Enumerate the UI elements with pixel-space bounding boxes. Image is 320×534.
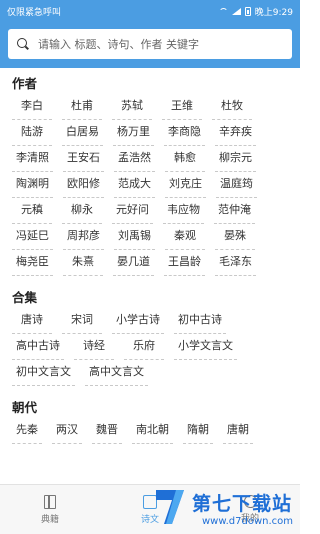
nav-item-classics[interactable]: 典籍 (0, 485, 100, 534)
collection-tag[interactable]: 小学古诗 (112, 308, 164, 334)
author-tag[interactable]: 王维 (162, 94, 202, 120)
status-bar-carrier: 仅限紧急呼叫 (7, 7, 62, 18)
author-tag[interactable]: 周邦彦 (63, 224, 104, 250)
nav-label-poems: 诗文 (140, 514, 159, 525)
author-tag[interactable]: 杨万里 (113, 120, 154, 146)
wifi-icon (218, 7, 228, 15)
collections-title: 合集 (12, 290, 38, 305)
search-box[interactable] (8, 29, 292, 59)
dynasty-tag[interactable]: 两汉 (52, 418, 82, 444)
author-tag[interactable]: 温庭筠 (216, 172, 257, 198)
author-tag[interactable]: 柳宗元 (215, 146, 256, 172)
author-tag[interactable]: 晏殊 (215, 224, 255, 250)
nav-item-poems[interactable]: 诗文 (100, 485, 200, 534)
author-tag[interactable]: 王昌龄 (164, 250, 205, 276)
status-bar: 仅限紧急呼叫 晚上9:29 (0, 0, 300, 22)
collection-tag[interactable]: 宋词 (62, 308, 102, 334)
search-header (0, 22, 300, 68)
bottom-nav: 典籍 诗文 我的 (0, 484, 300, 534)
search-icon (17, 38, 29, 50)
collection-tag[interactable]: 乐府 (124, 334, 164, 360)
dynasty-tag[interactable]: 魏晋 (92, 418, 122, 444)
collection-tag[interactable]: 高中文言文 (85, 360, 148, 386)
signal-icon (231, 7, 241, 15)
battery-icon (244, 6, 251, 16)
author-tag[interactable]: 欧阳修 (63, 172, 104, 198)
author-tag[interactable]: 范仲淹 (214, 198, 255, 224)
nav-label-classics: 典籍 (40, 514, 59, 525)
author-tag[interactable]: 孟浩然 (114, 146, 155, 172)
author-tag[interactable]: 秦观 (165, 224, 205, 250)
nav-label-profile: 我的 (240, 514, 259, 524)
author-tag[interactable]: 辛弃疾 (215, 120, 256, 146)
author-tag[interactable]: 柳永 (62, 198, 102, 224)
dynasties-list: 先秦 两汉 魏晋 南北朝 隋朝 唐朝 (12, 418, 288, 444)
author-tag[interactable]: 范成大 (114, 172, 155, 198)
author-tag[interactable]: 元稹 (12, 198, 52, 224)
poem-icon (143, 494, 157, 509)
author-tag[interactable]: 王安石 (63, 146, 104, 172)
author-tag[interactable]: 杜牧 (212, 94, 252, 120)
nav-item-profile[interactable]: 我的 (200, 485, 300, 534)
author-tag[interactable]: 陶渊明 (12, 172, 53, 198)
author-tag[interactable]: 刘禹锡 (114, 224, 155, 250)
author-tag[interactable]: 李白 (12, 94, 52, 120)
main-content[interactable]: 作者 李白 杜甫 苏轼 王维 杜牧陆游 白居易 杨万里 李商隐 辛弃疾李清照 王安石 孟浩然 韩愈 柳宗… (0, 68, 300, 484)
authors-list: 李白 杜甫 苏轼 王维 杜牧陆游 白居易 杨万里 李商隐 辛弃疾李清照 王安石 孟浩然 韩愈 柳宗元陶渊… (12, 94, 288, 276)
collection-tag[interactable]: 初中古诗 (174, 308, 226, 334)
author-tag[interactable]: 韩愈 (165, 146, 205, 172)
dynasties-title: 朝代 (12, 400, 38, 415)
collection-tag[interactable]: 小学文言文 (174, 334, 237, 360)
author-tag[interactable]: 晏几道 (113, 250, 154, 276)
author-tag[interactable]: 元好问 (112, 198, 153, 224)
author-tag[interactable]: 杜甫 (62, 94, 102, 120)
author-tag[interactable]: 苏轼 (112, 94, 152, 120)
author-tag[interactable]: 韦应物 (163, 198, 204, 224)
author-tag[interactable]: 朱熹 (63, 250, 103, 276)
dynasty-tag[interactable]: 唐朝 (223, 418, 253, 444)
collection-tag[interactable]: 唐诗 (12, 308, 52, 334)
author-tag[interactable]: 毛泽东 (215, 250, 256, 276)
profile-icon (243, 495, 257, 508)
collection-tag[interactable]: 初中文言文 (12, 360, 75, 386)
author-tag[interactable]: 李商隐 (164, 120, 205, 146)
authors-section: 作者 李白 杜甫 苏轼 王维 杜牧陆游 白居易 杨万里 李商隐 辛弃疾李清照 王安石 孟浩然 韩愈 柳宗… (12, 74, 288, 276)
author-tag[interactable]: 陆游 (12, 120, 52, 146)
collections-list: 唐诗 宋词 小学古诗 初中古诗高中古诗 诗经 乐府 小学文言文初中文言文 高中文言文 (12, 308, 288, 386)
author-tag[interactable]: 冯延巳 (12, 224, 53, 250)
dynasty-tag[interactable]: 南北朝 (132, 418, 173, 444)
status-bar-right: 晚上9:29 (218, 5, 293, 18)
collections-section: 合集 唐诗 宋词 小学古诗 初中古诗高中古诗 诗经 乐府 小学文言文初中文言文 高中文言文 (12, 288, 288, 386)
collection-tag[interactable]: 高中古诗 (12, 334, 64, 360)
book-icon (44, 494, 56, 509)
author-tag[interactable]: 白居易 (62, 120, 103, 146)
authors-title: 作者 (12, 76, 38, 91)
author-tag[interactable]: 李清照 (12, 146, 53, 172)
search-input[interactable] (38, 37, 278, 51)
dynasty-tag[interactable]: 先秦 (12, 418, 42, 444)
status-bar-time: 晚上9:29 (254, 7, 293, 18)
dynasty-tag[interactable]: 隋朝 (183, 418, 213, 444)
author-tag[interactable]: 刘克庄 (165, 172, 206, 198)
author-tag[interactable]: 梅尧臣 (12, 250, 53, 276)
collection-tag[interactable]: 诗经 (74, 334, 114, 360)
dynasties-section: 朝代 先秦 两汉 魏晋 南北朝 隋朝 唐朝 (12, 398, 288, 444)
